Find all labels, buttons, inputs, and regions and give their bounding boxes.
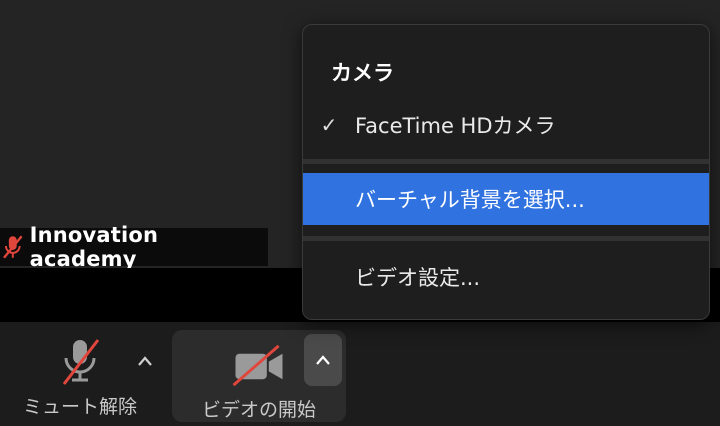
chevron-up-icon <box>138 356 152 366</box>
menu-item-facetime-camera[interactable]: ✓ FaceTime HDカメラ <box>303 99 709 151</box>
menu-item-label: バーチャル背景を選択... <box>355 188 585 212</box>
meeting-toolbar: ミュート解除 ビデオの開始 <box>0 322 720 426</box>
menu-divider <box>303 159 709 164</box>
video-options-caret[interactable] <box>304 334 342 386</box>
menu-item-label: ビデオ設定... <box>355 266 481 290</box>
video-off-icon <box>232 344 283 387</box>
mic-off-icon <box>62 339 100 385</box>
menu-item-video-settings[interactable]: ビデオ設定... <box>303 251 709 303</box>
participant-name-tag: Innovation academy <box>0 223 268 271</box>
checkmark-icon: ✓ <box>320 113 338 137</box>
mic-off-icon <box>3 235 23 259</box>
unmute-label: ミュート解除 <box>22 396 137 418</box>
video-options-menu: カメラ ✓ FaceTime HDカメラ バーチャル背景を選択... ビデオ設定… <box>302 24 710 320</box>
menu-divider <box>303 236 709 241</box>
participant-name: Innovation academy <box>29 223 159 271</box>
unmute-button[interactable]: ミュート解除 <box>10 336 150 419</box>
chevron-up-icon <box>316 355 330 365</box>
menu-section-title-camera: カメラ <box>331 61 394 85</box>
menu-item-virtual-background[interactable]: バーチャル背景を選択... <box>303 173 709 225</box>
audio-options-caret[interactable] <box>130 346 160 376</box>
start-video-label: ビデオの開始 <box>201 399 316 421</box>
menu-item-label: FaceTime HDカメラ <box>355 114 556 138</box>
